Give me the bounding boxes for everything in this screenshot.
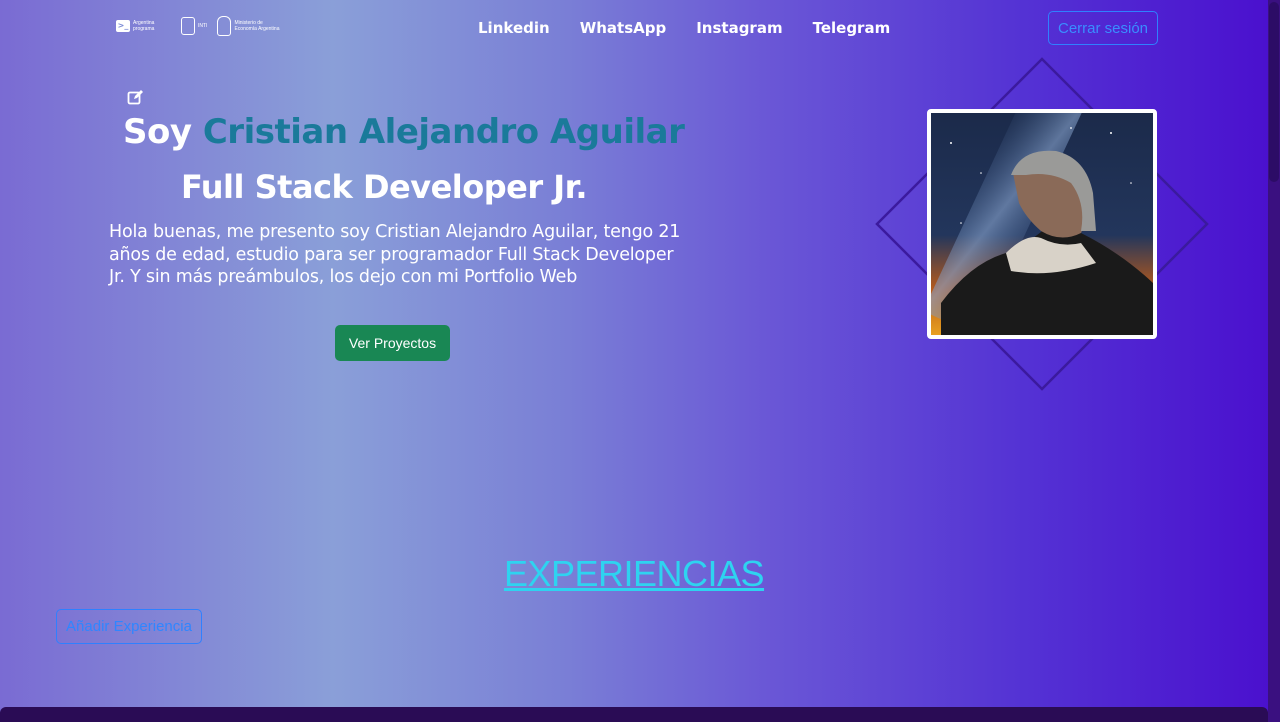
ministerio-logo-text: Ministerio de Economía Argentina <box>234 20 280 32</box>
vertical-scrollbar[interactable] <box>1268 0 1280 722</box>
hero-title: Soy Cristian Alejandro Aguilar <box>123 112 685 152</box>
logout-button[interactable]: Cerrar sesión <box>1048 11 1158 45</box>
ministerio-logo: Ministerio de Economía Argentina <box>217 16 282 36</box>
nav-link-whatsapp[interactable]: WhatsApp <box>580 19 667 37</box>
edit-icon[interactable] <box>127 89 144 106</box>
scrollbar-thumb[interactable] <box>1269 2 1279 182</box>
nav-link-instagram[interactable]: Instagram <box>696 19 782 37</box>
argentina-programa-logo: >_ Argentina programa <box>116 20 171 32</box>
terminal-icon: >_ <box>116 20 130 32</box>
hero-bio: Hola buenas, me presento soy Cristian Al… <box>109 222 681 288</box>
inti-icon <box>181 17 195 35</box>
coat-of-arms-icon <box>217 16 232 36</box>
experiences-title: EXPERIENCIAS <box>503 553 765 594</box>
inti-logo: INTI <box>181 17 207 35</box>
add-experience-button[interactable]: Añadir Experiencia <box>56 609 202 644</box>
hero-greeting: Soy <box>123 112 192 152</box>
nav-link-linkedin[interactable]: Linkedin <box>478 19 550 37</box>
hero-name: Cristian Alejandro Aguilar <box>202 112 685 152</box>
header-logos: >_ Argentina programa INTI Ministerio de… <box>116 16 282 36</box>
inti-logo-text: INTI <box>198 23 208 29</box>
hero-role: Full Stack Developer Jr. <box>181 168 588 206</box>
nav-link-telegram[interactable]: Telegram <box>813 19 891 37</box>
next-section-edge <box>0 707 1268 722</box>
view-projects-button[interactable]: Ver Proyectos <box>335 325 450 361</box>
main-nav: Linkedin WhatsApp Instagram Telegram <box>478 19 890 37</box>
profile-photo <box>927 109 1157 339</box>
argentina-programa-logo-text: Argentina programa <box>133 20 155 32</box>
